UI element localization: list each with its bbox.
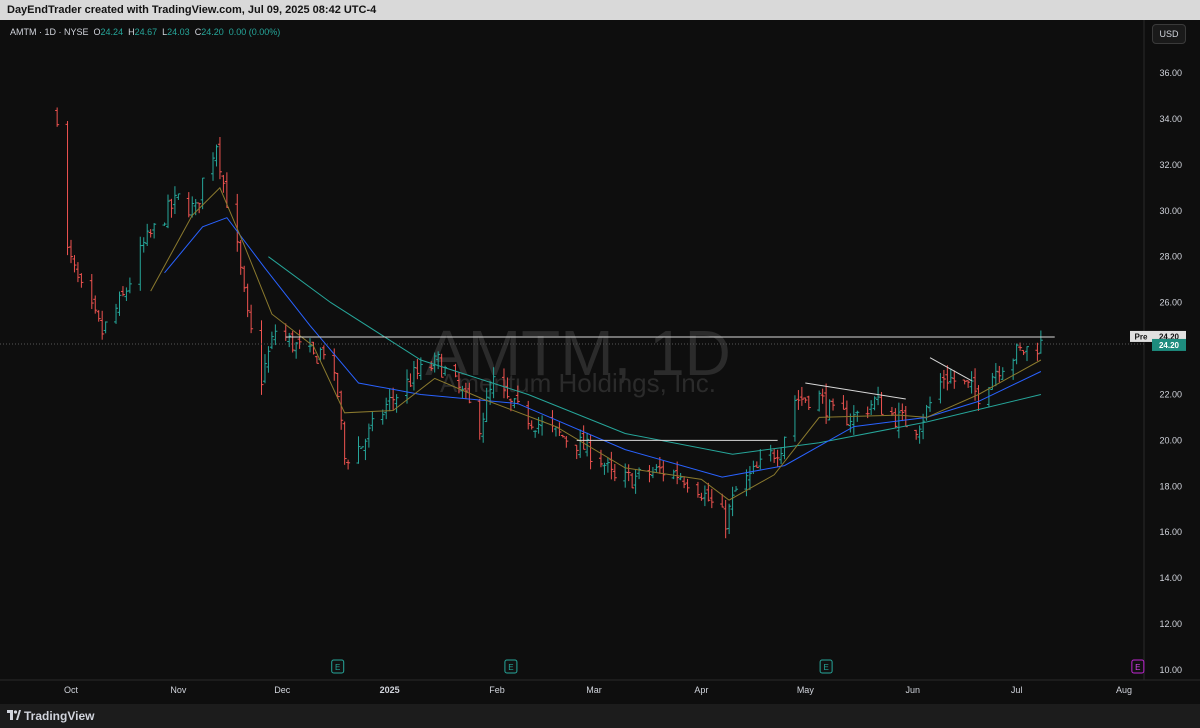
footer-brand: TradingView: [24, 709, 95, 723]
earnings-marker-label: E: [335, 663, 340, 672]
y-tick-label: 16.00: [1159, 527, 1182, 537]
open-label: O: [93, 27, 101, 37]
symbol-name: AMTM · 1D · NYSE: [10, 27, 89, 37]
x-tick-label: Apr: [694, 685, 708, 695]
attribution-text: DayEndTrader created with TradingView.co…: [7, 4, 377, 16]
y-tick-label: 10.00: [1159, 665, 1182, 675]
high-value: 24.67: [134, 27, 158, 37]
x-tick-label: Jul: [1011, 685, 1023, 695]
earnings-marker-label: E: [508, 663, 513, 672]
pre-label: Pre: [1135, 332, 1148, 341]
y-tick-label: 36.00: [1159, 68, 1182, 78]
x-tick-label: Jun: [905, 685, 920, 695]
tradingview-logo-icon: [7, 710, 21, 720]
footer-bar: TradingView: [0, 704, 1200, 728]
x-tick-label: Nov: [170, 685, 187, 695]
x-tick-label: Oct: [64, 685, 79, 695]
chart-window: DayEndTrader created with TradingView.co…: [0, 0, 1200, 728]
y-tick-label: 34.00: [1159, 114, 1182, 124]
y-tick-label: 28.00: [1159, 252, 1182, 262]
x-tick-label: Aug: [1116, 685, 1132, 695]
close-value: 24.20: [201, 27, 224, 37]
y-tick-label: 12.00: [1159, 619, 1182, 629]
x-tick-label: May: [797, 685, 815, 695]
y-tick-label: 14.00: [1159, 573, 1182, 583]
earnings-marker-label: E: [823, 663, 828, 672]
watermark-company: Amentum Holdings, Inc.: [440, 368, 716, 398]
earnings-marker-label: E: [1135, 663, 1140, 672]
y-tick-label: 22.00: [1159, 389, 1182, 399]
price-chart[interactable]: AMTM, 1DAmentum Holdings, Inc.36.0034.00…: [0, 20, 1200, 704]
x-tick-label: Feb: [489, 685, 505, 695]
y-tick-label: 30.00: [1159, 206, 1182, 216]
attribution-bar: DayEndTrader created with TradingView.co…: [0, 0, 1200, 20]
open-value: 24.24: [100, 27, 124, 37]
low-value: 24.03: [167, 27, 190, 37]
currency-button[interactable]: USD: [1152, 24, 1186, 44]
x-tick-label: 2025: [380, 685, 400, 695]
y-tick-label: 20.00: [1159, 435, 1182, 445]
y-tick-label: 32.00: [1159, 160, 1182, 170]
change-value: 0.00 (0.00%): [228, 27, 281, 37]
x-tick-label: Mar: [586, 685, 602, 695]
y-tick-label: 26.00: [1159, 298, 1182, 308]
last-price-value: 24.20: [1159, 341, 1180, 350]
y-tick-label: 18.00: [1159, 481, 1182, 491]
x-tick-label: Dec: [274, 685, 291, 695]
symbol-legend: AMTM · 1D · NYSE O24.24 H24.67 L24.03 C2…: [10, 26, 280, 38]
